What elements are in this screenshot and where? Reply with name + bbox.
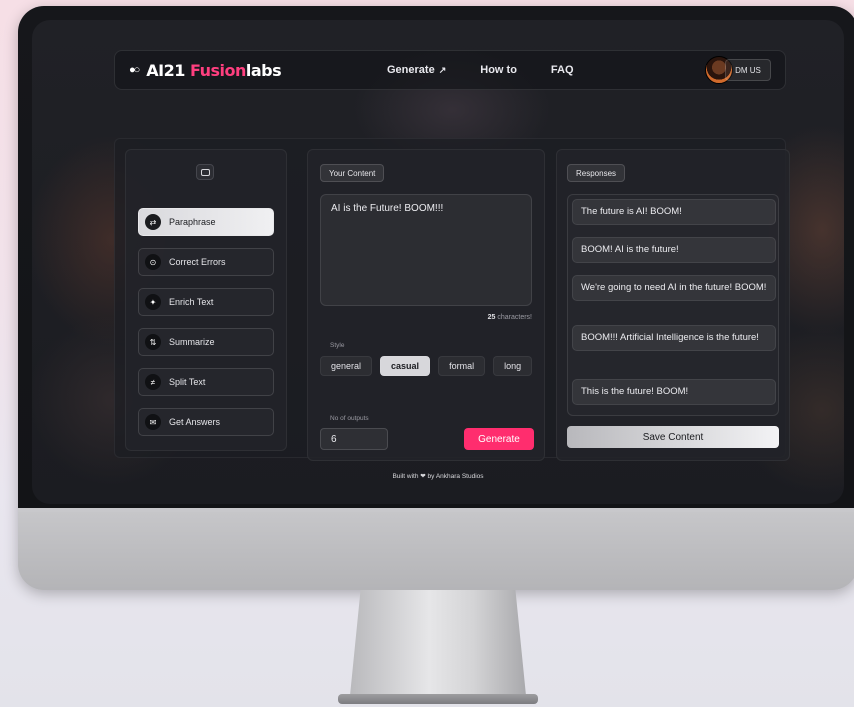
monitor-stand — [350, 590, 526, 696]
chat-icon: ✉ — [145, 414, 161, 430]
responses-panel: Responses The future is AI! BOOM! BOOM! … — [556, 149, 790, 461]
footer-credit: Built with ❤ by Ankhara Studios — [392, 473, 484, 480]
monitor-chin — [18, 512, 854, 590]
sidebar-item-summarize[interactable]: ⇅ Summarize — [138, 328, 274, 356]
sidebar-item-label: Summarize — [169, 337, 215, 347]
responses-list[interactable]: The future is AI! BOOM! BOOM! AI is the … — [567, 194, 779, 416]
logo[interactable]: ●○ AI21 Fusionlabs — [129, 60, 282, 80]
nav-link-how-to[interactable]: How to — [480, 64, 517, 76]
character-count: 25 characters! — [487, 314, 532, 321]
style-option-casual[interactable]: casual — [380, 356, 431, 376]
style-selector: general casual formal long — [320, 356, 533, 376]
generate-button[interactable]: Generate — [464, 428, 534, 450]
outputs-label: No of outputs — [330, 415, 369, 422]
sidebar-item-paraphrase[interactable]: ⇄ Paraphrase — [138, 208, 274, 236]
arrow-icon: ↗ — [438, 64, 447, 75]
sidebar-item-enrich-text[interactable]: ✦ Enrich Text — [138, 288, 274, 316]
split-icon: ≠ — [145, 374, 161, 390]
nav-link-generate[interactable]: Generate ↗ — [387, 64, 446, 76]
correct-errors-icon: ⊙ — [145, 254, 161, 270]
style-option-long[interactable]: long — [493, 356, 533, 376]
app-screen: ●○ AI21 Fusionlabs Generate ↗ How to FAQ… — [32, 20, 844, 504]
response-item[interactable]: We're going to need AI in the future! BO… — [572, 275, 776, 302]
sparkle-icon: ✦ — [145, 294, 161, 310]
outputs-input[interactable]: 6 — [320, 428, 388, 450]
logo-mark-icon: ●○ — [129, 64, 140, 76]
response-item[interactable]: This is the future! BOOM! — [572, 379, 776, 406]
top-navbar: ●○ AI21 Fusionlabs Generate ↗ How to FAQ… — [114, 50, 786, 90]
nav-links: Generate ↗ How to FAQ — [387, 64, 574, 76]
save-content-button[interactable]: Save Content — [567, 426, 779, 448]
sidebar-item-label: Split Text — [169, 377, 206, 387]
paraphrase-icon: ⇄ — [145, 214, 161, 230]
response-item[interactable]: BOOM! AI is the future! — [572, 237, 776, 264]
monitor-stand-base — [338, 694, 538, 704]
main-panel: ⇄ Paraphrase ⊙ Correct Errors ✦ Enrich T… — [114, 138, 790, 461]
response-item[interactable]: The future is AI! BOOM! — [572, 199, 776, 226]
dm-us-button[interactable]: DM US — [725, 59, 771, 81]
sidebar-item-correct-errors[interactable]: ⊙ Correct Errors — [138, 248, 274, 276]
sidebar-item-split-text[interactable]: ≠ Split Text — [138, 368, 274, 396]
response-item[interactable]: BOOM!!! Artificial Intelligence is the f… — [572, 325, 776, 352]
sort-icon: ⇅ — [145, 334, 161, 350]
sidebar-item-get-answers[interactable]: ✉ Get Answers — [138, 408, 274, 436]
monitor-frame: ●○ AI21 Fusionlabs Generate ↗ How to FAQ… — [18, 6, 854, 590]
style-option-formal[interactable]: formal — [438, 356, 486, 376]
content-heading: Your Content — [320, 164, 385, 182]
style-label: Style — [330, 342, 345, 349]
sidebar-item-label: Correct Errors — [169, 257, 226, 267]
sidebar-item-label: Enrich Text — [169, 297, 214, 307]
content-panel: Your Content AI is the Future! BOOM!!! 2… — [307, 149, 545, 461]
style-option-general[interactable]: general — [320, 356, 373, 376]
sidebar: ⇄ Paraphrase ⊙ Correct Errors ✦ Enrich T… — [125, 149, 287, 451]
sidebar-item-label: Get Answers — [169, 417, 221, 427]
folder-icon[interactable] — [196, 164, 214, 180]
sidebar-item-label: Paraphrase — [169, 217, 216, 227]
nav-link-faq[interactable]: FAQ — [551, 64, 574, 76]
responses-heading: Responses — [567, 164, 626, 182]
logo-text: AI21 Fusionlabs — [146, 60, 282, 80]
content-textarea[interactable]: AI is the Future! BOOM!!! — [320, 194, 532, 306]
